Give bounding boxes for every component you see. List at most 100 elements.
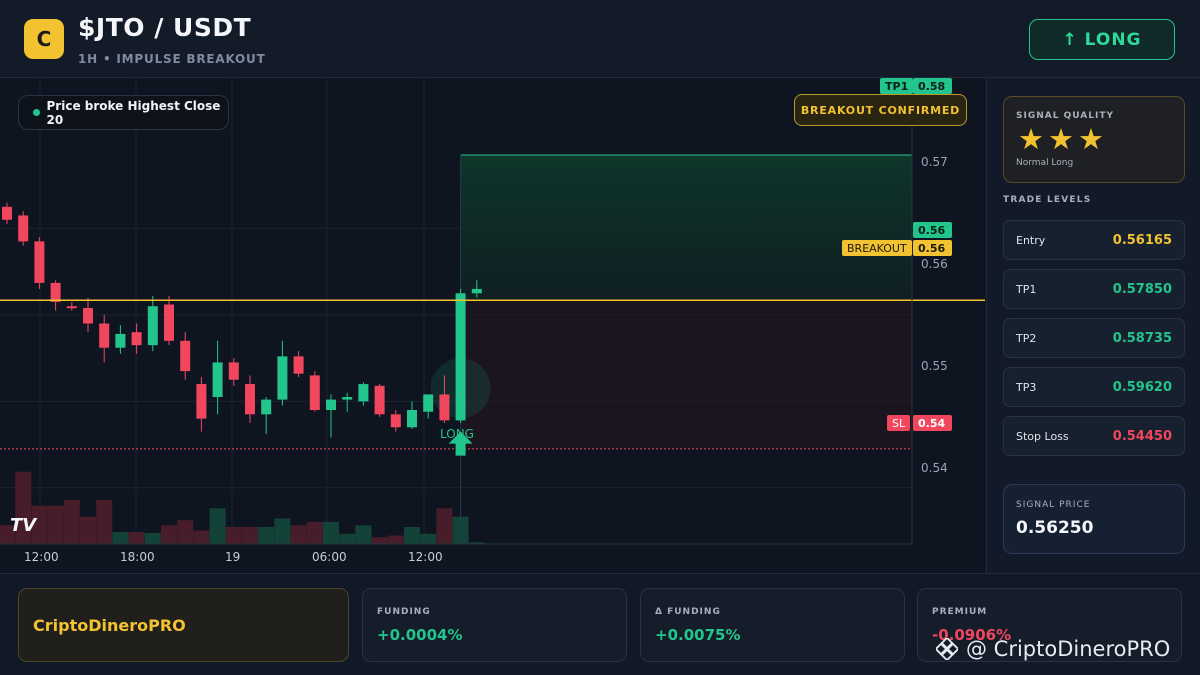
- breakout-info-text: Price broke Highest Close 20: [46, 98, 221, 127]
- volume-bar: [452, 516, 469, 544]
- volume-bar: [339, 533, 356, 544]
- candle-body: [309, 375, 320, 410]
- level-name: Entry: [1016, 234, 1046, 247]
- watermark: @ CriptoDineroPRO: [936, 637, 1170, 661]
- candle-body: [407, 409, 417, 428]
- candle-body: [261, 399, 272, 415]
- candle-body: [471, 288, 482, 294]
- level-name: Stop Loss: [1016, 430, 1069, 443]
- sl-zone: [460, 300, 912, 449]
- level-row-tp2: TP2 0.58735: [1003, 318, 1185, 358]
- signal-quality-sub: Normal Long: [1016, 158, 1074, 168]
- signal-price-card: SIGNAL PRICE 0.56250: [1003, 484, 1185, 554]
- candle-body: [196, 384, 207, 419]
- tp-zone: [460, 154, 912, 301]
- header-bar: C $JTO / USDT 1H • IMPULSE BREAKOUT ↑ LO…: [0, 0, 1200, 78]
- candle-body: [66, 306, 77, 309]
- binance-square-icon: [936, 638, 958, 660]
- star-icon: ★: [1078, 122, 1104, 156]
- volume-bar: [144, 532, 161, 544]
- candle-body: [245, 384, 255, 415]
- volume-bar: [209, 508, 226, 544]
- candle-body: [358, 384, 369, 402]
- star-icon: ★: [1018, 122, 1044, 156]
- breakout-tag-label: BREAKOUT: [842, 240, 912, 256]
- candle-body: [18, 215, 29, 242]
- last-price-tag: 0.56: [913, 222, 952, 238]
- candle-body: [131, 332, 142, 346]
- volume-bar: [387, 535, 404, 544]
- star-icon: ★: [1048, 122, 1074, 156]
- delta-funding-value: +0.0075%: [655, 626, 741, 644]
- signal-price-value: 0.56250: [1016, 518, 1094, 538]
- watermark-text: @ CriptoDineroPRO: [966, 637, 1171, 661]
- signal-price-label: SIGNAL PRICE: [1016, 500, 1091, 510]
- level-name: TP2: [1016, 332, 1037, 345]
- time-axis-label: 18:00: [120, 550, 155, 564]
- level-value: 0.56165: [1112, 233, 1172, 248]
- time-axis-label: 12:00: [24, 550, 59, 564]
- volume-bar: [112, 532, 129, 544]
- volume-bar: [436, 508, 453, 544]
- candle-body: [455, 293, 466, 421]
- brand-card: CriptoDineroPRO: [18, 588, 349, 662]
- pair-subtitle: 1H • IMPULSE BREAKOUT: [78, 52, 266, 66]
- price-axis-label: 0.56: [921, 257, 948, 271]
- volume-bar: [404, 527, 420, 544]
- candle-body: [115, 333, 126, 348]
- volume-bar: [355, 525, 372, 544]
- volume-bar: [161, 525, 177, 544]
- breakout-confirmed-badge: BREAKOUT CONFIRMED: [794, 94, 967, 126]
- candle-body: [374, 385, 385, 415]
- candle-body: [342, 397, 353, 400]
- tp1-tag-value: 0.58: [913, 78, 952, 94]
- quality-stars: ★ ★ ★: [1018, 123, 1104, 155]
- candle-body: [277, 356, 288, 400]
- level-value: 0.59620: [1112, 380, 1172, 395]
- level-value: 0.54450: [1112, 429, 1172, 444]
- footer-bar: CriptoDineroPRO FUNDING +0.0004% Δ FUNDI…: [0, 573, 1200, 675]
- premium-label: PREMIUM: [932, 607, 988, 617]
- tp1-tag-label: TP1: [880, 78, 914, 94]
- funding-label: FUNDING: [377, 607, 431, 617]
- volume-bar: [47, 505, 64, 544]
- level-row-entry: Entry 0.56165: [1003, 220, 1185, 260]
- level-row-tp3: TP3 0.59620: [1003, 367, 1185, 407]
- signal-quality-card: SIGNAL QUALITY ★ ★ ★ Normal Long: [1003, 96, 1185, 183]
- candle-body: [164, 304, 174, 341]
- candle-body: [180, 340, 191, 372]
- volume-bar: [225, 527, 242, 544]
- candle-body: [326, 399, 336, 410]
- funding-card: FUNDING +0.0004%: [362, 588, 627, 662]
- price-axis-label: 0.55: [921, 359, 948, 373]
- long-button[interactable]: ↑ LONG: [1029, 19, 1175, 60]
- candle-body: [83, 307, 93, 324]
- delta-funding-card: Δ FUNDING +0.0075%: [640, 588, 905, 662]
- long-signal-label: LONG: [440, 427, 474, 441]
- volume-bar: [177, 520, 194, 544]
- candle-body: [228, 362, 239, 380]
- level-row-tp1: TP1 0.57850: [1003, 269, 1185, 309]
- funding-value: +0.0004%: [377, 626, 463, 644]
- volume-bar: [306, 521, 323, 544]
- time-axis-label: 12:00: [408, 550, 443, 564]
- level-name: TP3: [1016, 381, 1037, 394]
- volume-bar: [274, 518, 291, 544]
- price-chart[interactable]: Price broke Highest Close 20 BREAKOUT CO…: [0, 78, 985, 573]
- volume-bar: [290, 525, 307, 544]
- chart-canvas[interactable]: [0, 78, 985, 573]
- candle-body: [99, 323, 110, 348]
- signal-quality-label: SIGNAL QUALITY: [1016, 111, 1114, 121]
- volume-bar: [258, 527, 275, 544]
- tradingview-logo-icon[interactable]: TV: [10, 515, 36, 536]
- delta-funding-label: Δ FUNDING: [655, 607, 721, 617]
- volume-bar: [242, 527, 258, 544]
- pair-title: $JTO / USDT: [78, 13, 252, 42]
- candle-body: [34, 241, 45, 283]
- volume-bar: [80, 516, 96, 544]
- coin-logo: C: [24, 19, 64, 59]
- candle-body: [50, 282, 61, 302]
- sl-tag-value: 0.54: [913, 415, 952, 431]
- candle-body: [390, 414, 401, 428]
- breakout-info-pill: Price broke Highest Close 20: [18, 95, 229, 130]
